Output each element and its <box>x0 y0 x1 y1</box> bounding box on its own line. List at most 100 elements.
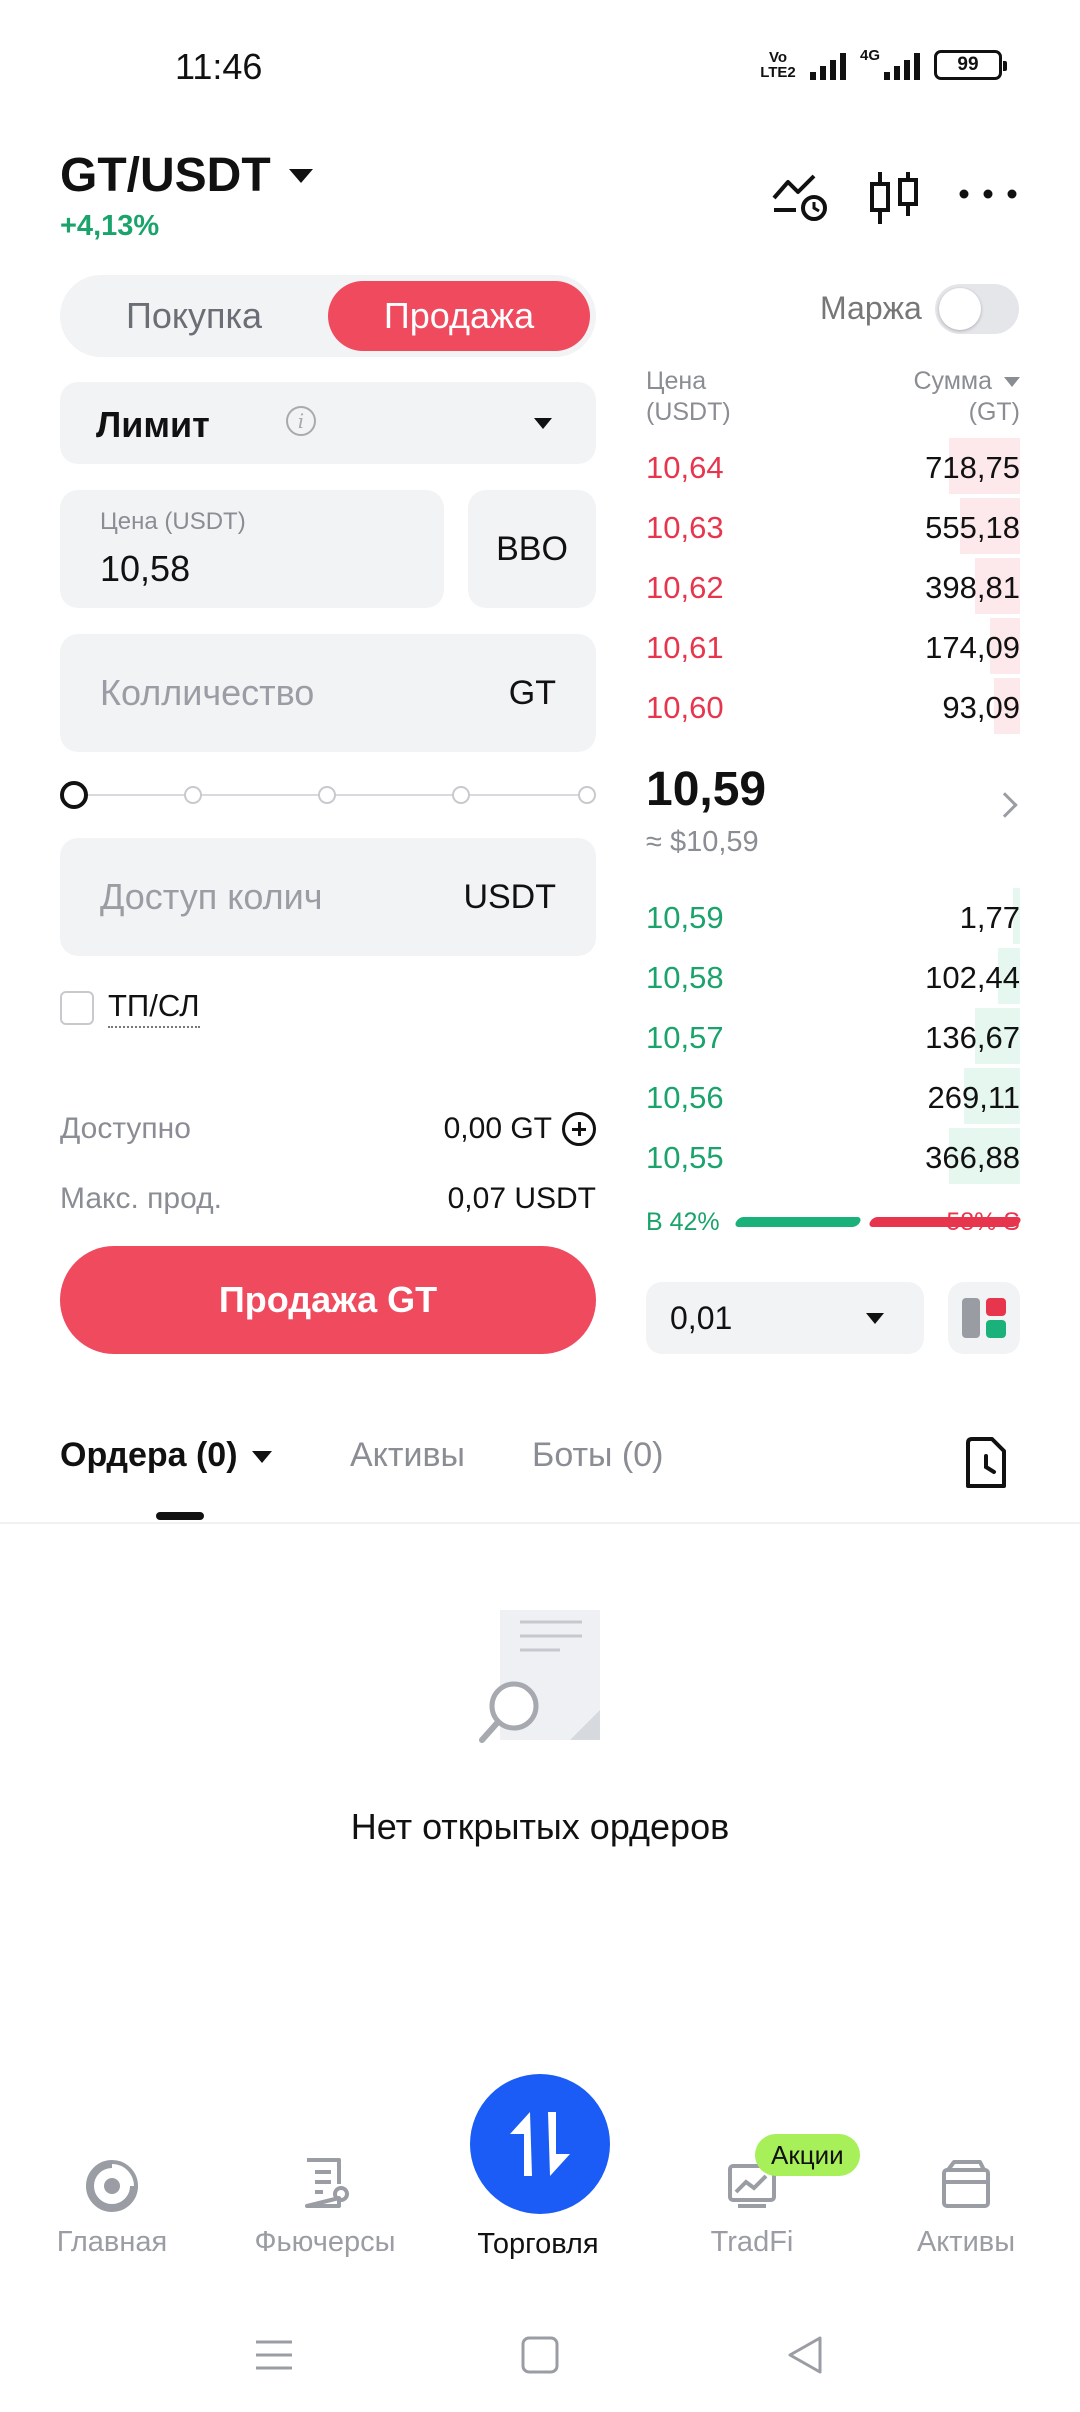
ask-row[interactable]: 10,63 555,18 <box>646 498 1020 554</box>
amount-slider[interactable] <box>60 780 596 810</box>
price-change: +4,13% <box>60 210 160 242</box>
price-input[interactable]: Цена (USDT) 10,58 <box>60 490 444 608</box>
add-funds-icon[interactable] <box>562 1112 596 1146</box>
ask-amount: 174,09 <box>925 630 1020 665</box>
ob-amount-header-unit: (GT) <box>968 398 1020 426</box>
total-input[interactable]: Доступ колич USDT <box>60 838 596 956</box>
layout-icon-part <box>986 1320 1006 1338</box>
buy-ratio: B 42% <box>646 1208 720 1236</box>
tab-bots[interactable]: Боты (0) <box>532 1436 663 1475</box>
home-button-icon[interactable] <box>510 2330 570 2380</box>
nav-home[interactable]: Главная <box>12 2118 212 2268</box>
status-icons: Vo LTE2 4G 99 <box>760 46 1007 81</box>
system-nav-bar <box>0 2300 1080 2412</box>
ask-row[interactable]: 10,64 718,75 <box>646 438 1020 494</box>
nav-futures[interactable]: Фьючерсы <box>225 2118 425 2268</box>
quantity-input[interactable]: Колличество GT <box>60 634 596 752</box>
nav-tradfi-label: TradFi <box>710 2226 794 2258</box>
bid-row[interactable]: 10,55 366,88 <box>646 1128 1020 1184</box>
chevron-down-icon <box>288 168 313 183</box>
nav-futures-label: Фьючерсы <box>254 2226 396 2258</box>
layout-icon-part <box>962 1298 980 1338</box>
nav-home-label: Главная <box>56 2226 168 2258</box>
status-time: 11:46 <box>175 46 263 87</box>
ob-amount-header[interactable]: Сумма (GT) <box>913 366 1020 428</box>
bid-row[interactable]: 10,58 102,44 <box>646 948 1020 1004</box>
bid-amount: 269,11 <box>927 1080 1020 1115</box>
nav-trade[interactable] <box>470 2074 610 2214</box>
candlestick-chart-icon[interactable] <box>862 168 926 228</box>
ask-row[interactable]: 10,60 93,09 <box>646 678 1020 734</box>
nav-assets-label: Активы <box>916 2226 1016 2258</box>
ask-row[interactable]: 10,62 398,81 <box>646 558 1020 614</box>
tab-sell[interactable]: Продажа <box>328 281 590 351</box>
ob-amount-header-title: Сумма <box>913 367 992 395</box>
bid-row[interactable]: 10,59 1,77 <box>646 888 1020 944</box>
back-icon[interactable] <box>776 2330 836 2380</box>
chevron-down-icon <box>534 418 552 429</box>
tab-buy[interactable]: Покупка <box>60 275 328 357</box>
max-sell-row: Макс. прод. 0,07 USDT <box>60 1182 596 1216</box>
ask-amount: 398,81 <box>925 570 1020 605</box>
last-price[interactable]: 10,59 <box>646 762 766 817</box>
bid-row[interactable]: 10,56 269,11 <box>646 1068 1020 1124</box>
chevron-right-icon[interactable] <box>992 792 1018 818</box>
bid-price: 10,56 <box>646 1080 724 1115</box>
home-icon <box>86 2160 138 2212</box>
ask-row[interactable]: 10,61 174,09 <box>646 618 1020 674</box>
order-history-icon[interactable] <box>962 1436 1010 1490</box>
slider-step-50[interactable] <box>318 786 336 804</box>
order-book-layout-button[interactable] <box>948 1282 1020 1354</box>
quantity-placeholder: Колличество <box>100 672 315 713</box>
tpsl-checkbox[interactable] <box>60 991 94 1025</box>
tpsl-option[interactable]: ТП/СЛ <box>60 988 200 1028</box>
promo-badge: Акции <box>755 2134 860 2176</box>
ask-price: 10,63 <box>646 510 724 545</box>
wallet-icon <box>942 2160 990 2208</box>
available-value: 0,00 GT <box>443 1112 552 1145</box>
available-row: Доступно 0,00 GT <box>60 1112 596 1146</box>
chevron-down-icon <box>251 1451 272 1464</box>
bid-amount: 102,44 <box>925 960 1020 995</box>
tpsl-label[interactable]: ТП/СЛ <box>108 988 200 1028</box>
tab-assets[interactable]: Активы <box>350 1436 465 1475</box>
available-value-wrap: 0,00 GT <box>444 1112 596 1146</box>
order-type-value: Лимит <box>96 404 210 445</box>
network-type: 4G <box>859 46 880 64</box>
slider-step-25[interactable] <box>184 786 202 804</box>
trade-icon <box>510 2112 570 2176</box>
volte-icon: Vo LTE2 <box>760 49 796 81</box>
menu-icon[interactable] <box>244 2330 304 2380</box>
empty-orders-text: Нет открытых ордеров <box>350 1806 730 1847</box>
tab-orders[interactable]: Ордера (0) <box>60 1436 272 1475</box>
quantity-unit: GT <box>508 674 556 712</box>
bid-row[interactable]: 10,57 136,67 <box>646 1008 1020 1064</box>
sell-button[interactable]: Продажа GT <box>60 1246 596 1354</box>
active-tab-indicator <box>156 1512 204 1520</box>
bid-amount: 136,67 <box>925 1020 1020 1055</box>
more-icon[interactable] <box>956 168 1020 228</box>
bid-price: 10,58 <box>646 960 724 995</box>
info-icon[interactable]: i <box>286 406 316 436</box>
ask-price: 10,61 <box>646 630 724 665</box>
slider-step-100[interactable] <box>578 786 596 804</box>
nav-assets[interactable]: Активы <box>866 2118 1066 2268</box>
ask-amount: 93,09 <box>942 690 1020 725</box>
margin-toggle[interactable] <box>935 284 1019 334</box>
sell-ratio: 58% S <box>946 1208 1020 1236</box>
depth-step-value: 0,01 <box>670 1300 733 1336</box>
price-alert-icon[interactable] <box>768 168 832 228</box>
status-bar: 11:46 Vo LTE2 4G 99 <box>0 0 1080 140</box>
buy-ratio-bar <box>733 1217 863 1227</box>
bbo-button[interactable]: BBO <box>468 490 596 608</box>
slider-handle[interactable] <box>60 781 88 809</box>
nav-trade-label: Торговля <box>477 2228 599 2260</box>
order-type-select[interactable]: Лимит i <box>60 382 596 464</box>
buy-sell-ratio: B 42% 58% S <box>646 1206 1023 1236</box>
depth-step-select[interactable]: 0,01 <box>646 1282 924 1354</box>
slider-step-75[interactable] <box>452 786 470 804</box>
pair-selector[interactable]: GT/USDT <box>60 148 313 203</box>
ask-price: 10,60 <box>646 690 724 725</box>
side-toggle: Покупка Продажа <box>60 275 596 357</box>
tab-orders-label: Ордера (0) <box>60 1436 238 1474</box>
